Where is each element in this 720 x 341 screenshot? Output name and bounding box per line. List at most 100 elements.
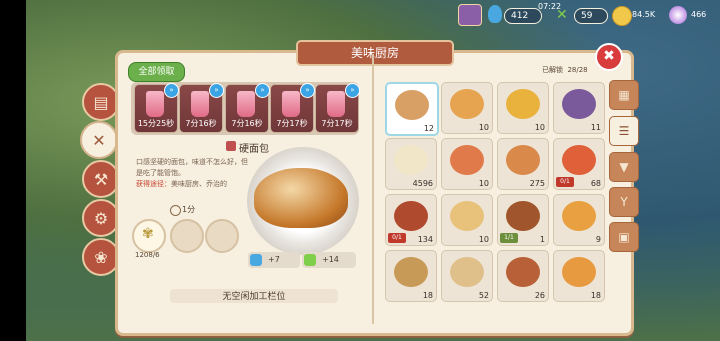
recipe-count: 18 [422,291,433,300]
drink-icon [282,91,300,117]
fast-forward-icon[interactable]: » [164,83,179,98]
claim-all-button[interactable]: 全部领取 [128,62,185,82]
ingredient-wheat[interactable]: ✾ [132,219,166,253]
recipe-card[interactable]: 275 [497,138,549,190]
tools-bonus-value: +14 [322,255,339,264]
coins-counter[interactable]: 84.5K [632,10,655,19]
queue-time: 15分25秒 [137,119,175,128]
recipe-card[interactable]: 18 [385,250,437,302]
fork-knife-icon: ✕ [92,130,106,150]
recipe-dish [450,89,484,119]
recipe-card[interactable]: 0/1 134 [385,194,437,246]
recipe-count: 10 [478,235,489,244]
recipe-count: 10 [478,123,489,132]
grid-icon: ▦ [618,88,630,102]
queue-time: 7分16秒 [231,119,263,128]
close-icon: ✖ [603,48,615,64]
no-free-slot-text: 无空闲加工栏位 [170,289,338,303]
candy-icon: ❀ [94,247,108,267]
recipe-dish [394,201,428,231]
recipe-dish [394,145,428,175]
recipe-card[interactable]: 11 [553,82,605,134]
cocktail-icon: Y [620,195,628,209]
recipe-card[interactable]: 52 [441,250,493,302]
close-button[interactable]: ✖ [595,43,623,71]
recipe-card[interactable]: 9 [553,194,605,246]
recipe-card[interactable]: 0/1 68 [553,138,605,190]
recipe-card[interactable]: 10 [497,82,549,134]
queue-slot[interactable]: » 7分16秒 [225,83,270,133]
recipe-count: 52 [478,291,489,300]
recipe-dish [450,145,484,175]
snack-icon: ▣ [618,230,630,244]
recipe-count: 12 [423,124,434,133]
tab-snacks[interactable]: ▣ [609,222,639,252]
recipe-count: 1 [539,235,545,244]
recipe-badge: 1/1 [500,233,518,243]
tab-drinks[interactable]: Y [609,187,639,217]
recipe-dish [562,257,596,287]
tools-counter[interactable]: 59 [574,8,608,24]
recipe-dish [506,257,540,287]
fast-forward-icon[interactable]: » [209,83,224,98]
burger-icon: ☰ [618,124,630,138]
recipe-card[interactable]: 18 [553,250,605,302]
recipe-card[interactable]: 26 [497,250,549,302]
recipe-dish [450,257,484,287]
tab-kitchen[interactable]: ✕ [80,121,118,159]
fast-forward-icon[interactable]: » [255,83,270,98]
panel-divider [372,54,374,324]
recipe-card[interactable]: 10 [441,82,493,134]
unlocked-label: 已解锁 28/28 [542,65,588,75]
recipe-card[interactable]: 12 [385,82,439,136]
coin-icon [612,6,632,26]
ingredient-slot-empty [205,219,239,253]
recipe-dish [506,89,540,119]
item-name: 硬面包 [239,144,269,155]
recipe-badge: 0/1 [388,233,406,243]
queue-slot[interactable]: » 15分25秒 [134,83,179,133]
energy-counter[interactable]: 412 [504,8,542,24]
energy-icon [250,254,262,266]
item-tag-icon [226,141,236,151]
recipe-count: 275 [529,179,545,188]
recipe-card[interactable]: 10 [441,138,493,190]
fast-forward-icon[interactable]: » [345,83,360,98]
queue-time: 7分17秒 [321,119,353,128]
queue-time: 7分16秒 [185,119,217,128]
queue-slot[interactable]: » 7分16秒 [179,83,224,133]
recipe-count: 18 [590,291,601,300]
energy-icon [488,5,502,23]
item-description: 口感坚硬的面包，味道不怎么好，但是吃了能管饱。 获得途径：美味厨房、乔治的 [136,157,248,190]
tab-meals[interactable]: ☰ [609,116,639,146]
gems-counter[interactable]: 466 [691,10,706,19]
drink-icon [237,91,255,117]
energy-bonus-value: +7 [268,255,280,264]
recipe-count: 68 [590,179,601,188]
queue-time: 7分17秒 [276,119,308,128]
energy-bonus: +7 [248,252,300,268]
recipe-card[interactable]: 4596 [385,138,437,190]
backpack-icon: ▤ [93,92,109,112]
recipe-card[interactable]: 10 [441,194,493,246]
tab-desserts[interactable]: ▼ [609,152,639,182]
queue-slot[interactable]: » 7分17秒 [315,83,360,133]
recipe-count: 10 [478,179,489,188]
cook-time: 1分 [182,205,196,214]
avatar-icon[interactable] [458,4,482,26]
panel-title: 美味厨房 [296,40,454,66]
item-source-text: 美味厨房、乔治的 [171,180,227,188]
wrench-icon [304,254,316,266]
fast-forward-icon[interactable]: » [300,83,315,98]
recipe-card[interactable]: 1/1 1 [497,194,549,246]
recipe-dish [395,90,429,120]
queue-slot[interactable]: » 7分17秒 [270,83,315,133]
unlocked-label-text: 已解锁 [542,66,563,74]
ice-cream-icon: ▼ [619,160,629,174]
recipe-badge: 0/1 [556,177,574,187]
tab-all-recipes[interactable]: ▦ [609,80,639,110]
gem-icon [669,6,687,24]
recipe-dish [394,257,428,287]
unlocked-count: 28/28 [567,66,588,74]
recipe-dish [450,201,484,231]
